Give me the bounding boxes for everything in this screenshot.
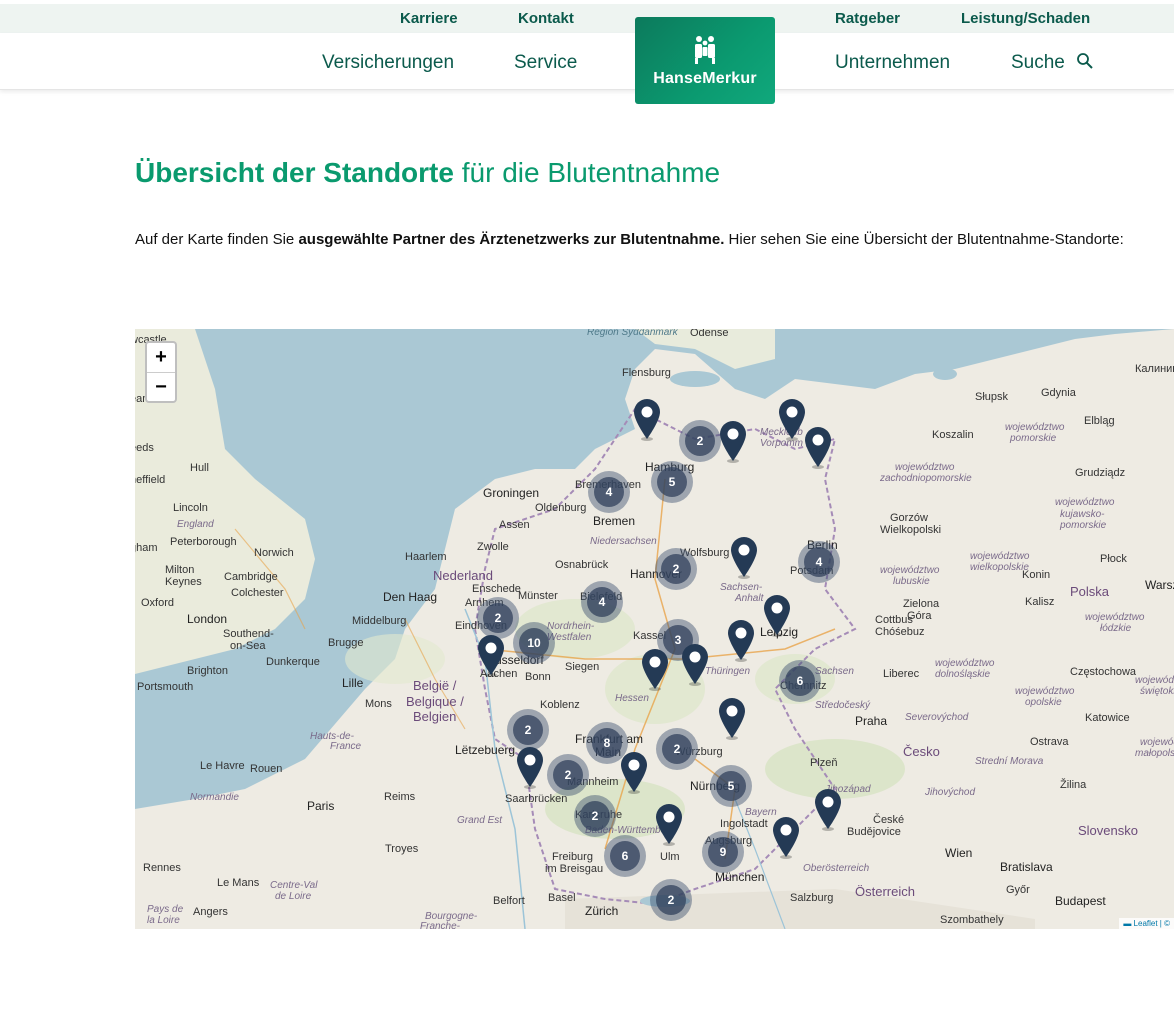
cluster-count: 2 [513,715,543,745]
location-pin-icon[interactable] [640,647,670,691]
nav-service[interactable]: Service [514,52,577,74]
cluster-count: 2 [553,760,583,790]
cluster-count: 8 [592,728,622,758]
location-cluster[interactable]: 6 [604,835,646,877]
page-title: Übersicht der Standorte für die Blutentn… [135,157,720,189]
location-cluster[interactable]: 6 [779,660,821,702]
location-cluster[interactable]: 9 [702,831,744,873]
location-cluster[interactable]: 2 [655,548,697,590]
location-pin-icon[interactable] [762,593,792,637]
cluster-count: 4 [804,547,834,577]
location-pin-icon[interactable] [718,419,748,463]
cluster-count: 4 [594,477,624,507]
suche-label: Suche [1011,52,1065,73]
cluster-count: 5 [657,467,687,497]
location-cluster[interactable]: 5 [710,765,752,807]
location-cluster[interactable]: 2 [574,795,616,837]
main-navigation: Versicherungen Service Unternehmen Suche [0,33,1174,90]
location-cluster[interactable]: 4 [588,471,630,513]
intro-bold: ausgewählte Partner des Ärztenetzwerks z… [298,231,725,248]
page-title-bold: Übersicht der Standorte [135,157,454,188]
location-cluster[interactable]: 4 [581,581,623,623]
location-pin-icon[interactable] [803,425,833,469]
family-logo-icon [695,36,715,64]
location-pin-icon[interactable] [680,642,710,686]
nav-versicherungen[interactable]: Versicherungen [322,52,454,74]
location-pin-icon[interactable] [813,787,843,831]
cluster-count: 6 [785,666,815,696]
location-pin-icon[interactable] [654,802,684,846]
location-cluster[interactable]: 2 [650,879,692,921]
intro-pre: Auf der Karte finden Sie [135,231,299,248]
cluster-count: 2 [580,801,610,831]
location-pin-icon[interactable] [632,397,662,441]
intro-post: Hier sehen Sie eine Übersicht der Bluten… [724,231,1124,248]
cluster-count: 10 [519,628,549,658]
location-cluster[interactable]: 2 [547,754,589,796]
top-utility-bar: Karriere Kontakt Ratgeber Leistung/Schad… [0,4,1174,33]
cluster-count: 2 [662,734,692,764]
zoom-out-button[interactable]: − [147,372,175,401]
cluster-count: 2 [661,554,691,584]
cluster-count: 6 [610,841,640,871]
leistung-schaden-link[interactable]: Leistung/Schaden [961,10,1090,27]
ratgeber-link[interactable]: Ratgeber [835,10,900,27]
nav-suche[interactable]: Suche [1011,52,1094,74]
zoom-in-button[interactable]: + [147,343,175,372]
cluster-count: 2 [483,603,513,633]
intro-text: Auf der Karte finden Sie ausgewählte Par… [135,231,1124,248]
location-cluster[interactable]: 5 [651,461,693,503]
location-cluster[interactable]: 2 [679,420,721,462]
location-pin-icon[interactable] [717,696,747,740]
cluster-count: 9 [708,837,738,867]
map-attribution[interactable]: ▬ Leaflet | © [1119,918,1174,929]
location-cluster[interactable]: 2 [656,728,698,770]
cluster-count: 2 [685,426,715,456]
karriere-link[interactable]: Karriere [400,10,458,27]
cluster-count: 2 [656,885,686,915]
cluster-count: 5 [716,771,746,801]
cluster-count: 4 [587,587,617,617]
search-icon [1077,53,1093,69]
location-cluster[interactable]: 4 [798,541,840,583]
zoom-control: + − [145,341,177,403]
location-map[interactable]: + − Region Syddanmark Odense wcastle eam… [135,329,1174,929]
hansemerkur-logo[interactable]: HanseMerkur [635,17,775,104]
kontakt-link[interactable]: Kontakt [518,10,574,27]
logo-text: HanseMerkur [653,70,757,87]
nav-unternehmen[interactable]: Unternehmen [835,52,950,74]
location-pin-icon[interactable] [726,618,756,662]
location-pin-icon[interactable] [515,745,545,789]
location-pin-icon[interactable] [476,633,506,677]
location-pin-icon[interactable] [619,750,649,794]
location-pin-icon[interactable] [771,815,801,859]
page-title-rest: für die Blutentnahme [453,157,721,188]
location-cluster[interactable]: 10 [513,622,555,664]
location-pin-icon[interactable] [729,535,759,579]
